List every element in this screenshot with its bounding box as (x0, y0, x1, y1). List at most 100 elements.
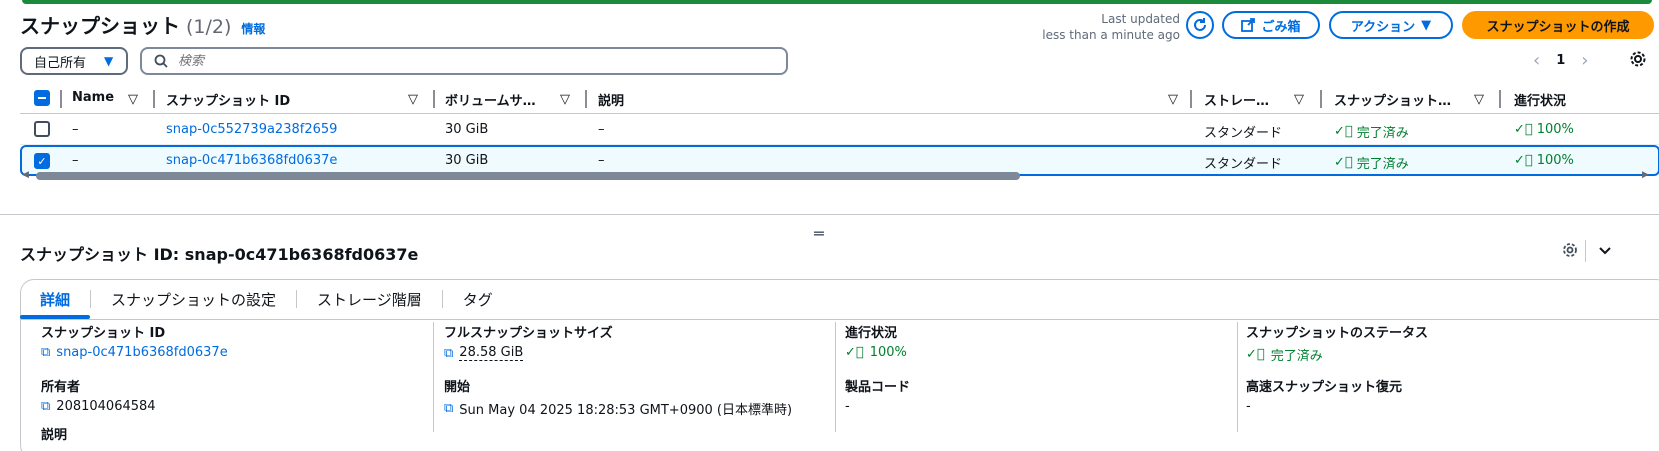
table-header: Name ▽ スナップショット ID ▽ ボリュームサ… ▽ 説明 ▽ ストレー… (20, 84, 1659, 114)
row-name: – (72, 122, 79, 137)
tab-snapshot-settings[interactable]: スナップショットの設定 (91, 279, 296, 319)
row-progress: ✓⃝ 100% (1514, 153, 1574, 168)
progress-value: 100% (869, 345, 907, 360)
column-header-snapshot-status[interactable]: スナップショット… (1334, 90, 1451, 109)
check-circle-icon: ✓⃝ (1334, 155, 1353, 170)
scroll-left-icon[interactable]: ◀ (22, 170, 29, 180)
caret-down-icon: ▼ (104, 54, 114, 68)
pagination: ‹ 1 › (1533, 50, 1646, 71)
scrollbar-thumb[interactable] (36, 172, 1020, 180)
copy-icon[interactable]: ⧉ (444, 401, 453, 416)
column-header-snapshot-id[interactable]: スナップショット ID (166, 90, 290, 109)
field-label: スナップショットのステータス (1246, 326, 1429, 341)
field-label: 説明 (41, 428, 68, 443)
column-header-description[interactable]: 説明 (598, 90, 624, 109)
search-input[interactable] (178, 53, 738, 69)
table-row[interactable]: – snap-0c552739a238f2659 30 GiB – スタンダード… (20, 114, 1659, 145)
trash-label: ごみ箱 (1261, 19, 1301, 35)
row-status: ✓⃝ 完了済み (1334, 124, 1409, 141)
scroll-right-icon[interactable]: ▶ (1642, 170, 1649, 180)
snapshot-id-link[interactable]: snap-0c552739a238f2659 (166, 122, 337, 137)
copy-icon[interactable]: ⧉ (444, 346, 453, 361)
tab-tags[interactable]: タグ (443, 279, 513, 319)
start-value: Sun May 04 2025 18:28:53 GMT+0900 (日本標準時… (459, 403, 793, 418)
sort-icon[interactable]: ▽ (128, 92, 138, 107)
check-circle-icon: ✓⃝ (1514, 122, 1533, 137)
snapshot-id-link[interactable]: snap-0c471b6368fd0637e (166, 153, 337, 168)
owner-filter-select[interactable]: 自己所有 ▼ (20, 47, 128, 75)
column-header-volume-size[interactable]: ボリュームサ… (445, 90, 536, 109)
copy-icon[interactable]: ⧉ (41, 399, 50, 414)
row-volume-size: 30 GiB (445, 153, 489, 168)
check-circle-icon: ✓⃝ (1334, 124, 1353, 139)
select-all-checkbox[interactable] (34, 90, 50, 106)
fast-restore-value: - (1246, 399, 1251, 414)
gear-icon[interactable] (1562, 242, 1578, 258)
field-label: 製品コード (845, 380, 911, 395)
column-header-progress[interactable]: 進行状況 (1514, 90, 1566, 109)
row-checkbox[interactable]: ✓ (34, 153, 50, 169)
external-link-icon (1241, 18, 1256, 32)
column-header-name[interactable]: Name (72, 90, 114, 105)
sort-icon[interactable]: ▽ (560, 92, 570, 107)
row-description: – (598, 122, 605, 137)
search-icon (154, 54, 168, 68)
search-box[interactable] (140, 47, 788, 75)
page-header: スナップショット (1/2) 情報 (20, 10, 265, 39)
current-page[interactable]: 1 (1556, 53, 1565, 68)
last-updated-value: less than a minute ago (1042, 28, 1180, 42)
create-snapshot-button[interactable]: スナップショットの作成 (1462, 11, 1654, 39)
last-updated-label: Last updated (1101, 12, 1180, 26)
gear-icon[interactable] (1629, 50, 1647, 68)
chevron-left-icon[interactable]: ‹ (1533, 50, 1540, 71)
field-label: フルスナップショットサイズ (444, 326, 613, 341)
field-label: 進行状況 (845, 326, 898, 341)
field-label: 開始 (444, 380, 471, 395)
owner-value: 208104064584 (56, 399, 156, 414)
actions-label: アクション (1350, 19, 1416, 35)
full-size-value[interactable]: 28.58 GiB (459, 345, 524, 361)
create-snapshot-label: スナップショットの作成 (1486, 19, 1630, 35)
chevron-right-icon[interactable]: › (1581, 50, 1588, 71)
tab-details[interactable]: 詳細 (20, 279, 91, 319)
last-updated: Last updated less than a minute ago (1042, 11, 1180, 43)
selection-count: (1/2) (186, 16, 232, 38)
copy-icon[interactable]: ⧉ (41, 345, 50, 360)
sort-icon[interactable]: ▽ (1474, 92, 1484, 107)
detail-column: スナップショットのステータス ✓⃝ 完了済み 高速スナップショット復元 - (1246, 322, 1626, 432)
row-volume-size: 30 GiB (445, 122, 489, 137)
refresh-button[interactable] (1186, 11, 1214, 39)
column-header-storage[interactable]: ストレー… (1204, 90, 1269, 109)
detail-column: 進行状況 ✓⃝ 100% 製品コード - (845, 322, 1215, 432)
snapshots-table: Name ▽ スナップショット ID ▽ ボリュームサ… ▽ 説明 ▽ ストレー… (20, 84, 1659, 176)
detail-tabs: 詳細 スナップショットの設定 ストレージ階層 タグ (20, 279, 513, 319)
horizontal-scrollbar[interactable]: ◀ ▶ (20, 170, 1659, 182)
detail-column: スナップショット ID ⧉ snap-0c471b6368fd0637e 所有者… (41, 322, 411, 443)
sort-icon[interactable]: ▽ (1294, 92, 1304, 107)
check-circle-icon: ✓⃝ (845, 345, 864, 360)
owner-filter-value: 自己所有 (34, 55, 87, 71)
info-link[interactable]: 情報 (241, 20, 265, 37)
top-status-bar (22, 0, 1652, 4)
chevron-down-icon[interactable] (1597, 242, 1613, 258)
status-value: 完了済み (1270, 349, 1323, 364)
trash-button[interactable]: ごみ箱 (1222, 11, 1320, 39)
sort-icon[interactable]: ▽ (408, 92, 418, 107)
page-title: スナップショット (20, 14, 180, 38)
row-checkbox[interactable] (34, 121, 50, 137)
detail-title: スナップショット ID: snap-0c471b6368fd0637e (20, 245, 419, 264)
check-circle-icon: ✓⃝ (1246, 347, 1265, 362)
row-description: – (598, 153, 605, 168)
field-label: 高速スナップショット復元 (1246, 380, 1403, 395)
actions-dropdown[interactable]: アクション ▼ (1329, 11, 1453, 39)
tab-storage-tier[interactable]: ストレージ階層 (297, 279, 442, 319)
detail-column: フルスナップショットサイズ ⧉ 28.58 GiB 開始 ⧉ Sun May 0… (444, 322, 814, 432)
product-code-value: - (845, 399, 850, 414)
sort-icon[interactable]: ▽ (1168, 92, 1178, 107)
field-label: スナップショット ID (41, 326, 166, 341)
caret-down-icon: ▼ (1421, 17, 1432, 33)
resize-handle-icon[interactable]: ═ (814, 224, 824, 243)
snapshot-id-value: snap-0c471b6368fd0637e (56, 345, 228, 360)
split-panel-divider (0, 214, 1659, 215)
row-storage: スタンダード (1204, 126, 1283, 141)
